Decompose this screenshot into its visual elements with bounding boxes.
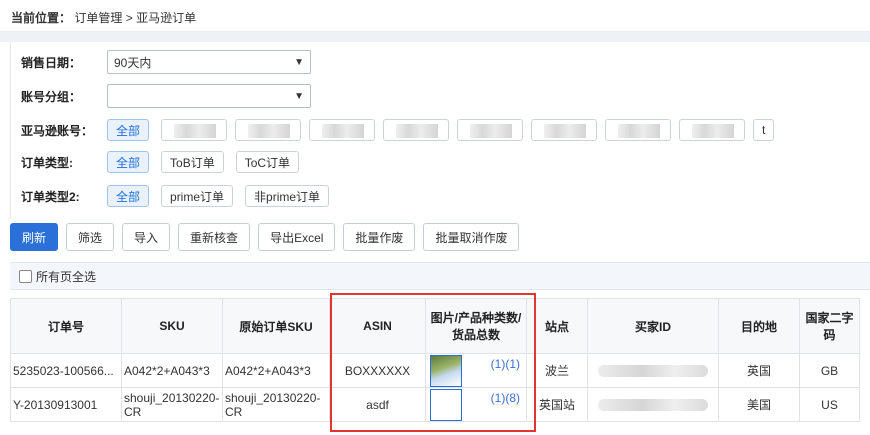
order-no-cell[interactable]: Y-20130913001 xyxy=(10,387,122,422)
sale-date-label: 销售日期： xyxy=(21,55,82,70)
col-order-no[interactable]: 订单号 xyxy=(10,298,122,354)
filter-row-account-group: 账号分组： ▼ xyxy=(21,83,311,109)
col-sku[interactable]: SKU xyxy=(121,298,223,354)
order-type2-nonprime-chip[interactable]: 非prime订单 xyxy=(245,185,330,207)
chevron-down-icon: ▼ xyxy=(294,56,304,68)
account-chip-partial[interactable]: t xyxy=(753,119,775,141)
red-highlight-box xyxy=(330,293,536,432)
order-type-label: 订单类型: xyxy=(21,155,73,170)
account-chip[interactable] xyxy=(383,119,450,141)
breadcrumb-lead: 当前位置： xyxy=(11,11,72,25)
filter-panel: 销售日期： 90天内 ▼ 账号分组： ▼ 亚马逊账号： 全部 t 订单类型: 全… xyxy=(10,42,870,218)
order-no-cell[interactable]: 5235023-100566... xyxy=(10,353,122,388)
filter-row-sale-date: 销售日期： 90天内 ▼ xyxy=(21,49,311,75)
country-code-cell: US xyxy=(799,387,860,422)
export-excel-button[interactable]: 导出Excel xyxy=(258,223,336,251)
account-chip[interactable] xyxy=(235,119,302,141)
order-type-toc-chip[interactable]: ToC订单 xyxy=(235,151,300,173)
select-all-checkbox[interactable] xyxy=(19,269,32,283)
account-chip[interactable] xyxy=(531,119,598,141)
col-orig-sku[interactable]: 原始订单SKU xyxy=(222,298,330,354)
recheck-button[interactable]: 重新核查 xyxy=(178,223,251,251)
sale-date-select[interactable]: 90天内 ▼ xyxy=(107,50,311,74)
order-type-tob-chip[interactable]: ToB订单 xyxy=(161,151,224,173)
order-type2-all-chip[interactable]: 全部 xyxy=(107,185,150,207)
order-type-all-chip[interactable]: 全部 xyxy=(107,151,150,173)
chevron-down-icon: ▼ xyxy=(294,90,304,102)
breadcrumb-item-order-management[interactable]: 订单管理 xyxy=(74,11,122,25)
redacted-buyer-id xyxy=(598,365,708,378)
buyer-id-cell xyxy=(587,387,719,422)
account-group-label: 账号分组： xyxy=(21,89,82,104)
batch-void-button[interactable]: 批量作废 xyxy=(343,223,416,251)
account-group-select[interactable]: ▼ xyxy=(107,84,311,108)
breadcrumb-item-amazon-orders: 亚马逊订单 xyxy=(136,11,197,25)
amazon-account-label: 亚马逊账号： xyxy=(21,123,94,138)
batch-unvoid-button[interactable]: 批量取消作废 xyxy=(423,223,520,251)
col-buyer-id[interactable]: 买家ID xyxy=(587,298,719,354)
account-chip[interactable] xyxy=(679,119,746,141)
action-toolbar: 刷新 筛选 导入 重新核查 导出Excel 批量作废 批量取消作废 xyxy=(10,223,527,251)
account-chip[interactable] xyxy=(161,119,228,141)
sku-cell: shouji_20130220-CR xyxy=(121,387,223,422)
sku-cell: A042*2+A043*3 xyxy=(121,353,223,388)
breadcrumb: 当前位置： 订单管理 > 亚马逊订单 xyxy=(0,0,870,32)
col-country-code[interactable]: 国家二字码 xyxy=(799,298,860,354)
order-type2-label: 订单类型2: xyxy=(21,189,80,204)
filter-row-order-type: 订单类型: 全部 ToB订单 ToC订单 xyxy=(21,149,311,175)
destination-cell: 美国 xyxy=(718,387,800,422)
import-button[interactable]: 导入 xyxy=(122,223,171,251)
sale-date-value: 90天内 xyxy=(114,55,152,70)
orig-sku-cell: shouji_20130220-CR xyxy=(222,387,330,422)
col-destination[interactable]: 目的地 xyxy=(718,298,800,354)
orig-sku-cell: A042*2+A043*3 xyxy=(222,353,330,388)
filter-row-amazon-account: 亚马逊账号： 全部 t xyxy=(21,117,786,143)
buyer-id-cell xyxy=(587,353,719,388)
account-chip-all[interactable]: 全部 xyxy=(107,119,150,141)
select-all-label: 所有页全选 xyxy=(36,269,97,284)
filter-row-order-type2: 订单类型2: 全部 prime订单 非prime订单 xyxy=(21,183,341,209)
select-all-bar: 所有页全选 xyxy=(10,262,870,290)
destination-cell: 英国 xyxy=(718,353,800,388)
section-gap xyxy=(0,32,870,42)
refresh-button[interactable]: 刷新 xyxy=(10,223,59,251)
breadcrumb-separator: > xyxy=(125,11,133,25)
filter-button[interactable]: 筛选 xyxy=(66,223,115,251)
country-code-cell: GB xyxy=(799,353,860,388)
account-chip[interactable] xyxy=(309,119,376,141)
redacted-buyer-id xyxy=(598,399,708,412)
order-type2-prime-chip[interactable]: prime订单 xyxy=(161,185,234,207)
account-chip[interactable] xyxy=(605,119,672,141)
account-chip[interactable] xyxy=(457,119,524,141)
